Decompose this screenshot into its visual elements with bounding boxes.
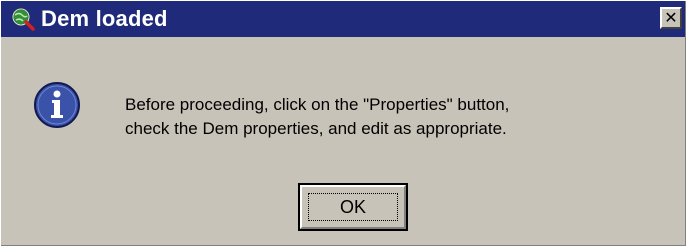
- ok-button[interactable]: OK: [298, 183, 408, 231]
- close-icon: ✕: [664, 8, 678, 27]
- title-bar[interactable]: Dem loaded ✕: [1, 1, 686, 37]
- dialog-window: Dem loaded ✕ Before proceeding, click on…: [0, 0, 687, 247]
- window-bottom-edge: [1, 245, 686, 246]
- ok-button-label: OK: [339, 197, 366, 217]
- dialog-message: Before proceeding, click on the "Propert…: [125, 93, 509, 141]
- dialog-title: Dem loaded: [41, 6, 168, 31]
- globe-magnifier-icon: [11, 7, 35, 31]
- info-icon: [33, 81, 81, 129]
- close-button[interactable]: ✕: [660, 7, 682, 29]
- message-line-1: Before proceeding, click on the "Propert…: [125, 95, 510, 114]
- message-line-2: check the Dem properties, and edit as ap…: [125, 119, 507, 138]
- ok-button-face[interactable]: OK: [300, 185, 406, 229]
